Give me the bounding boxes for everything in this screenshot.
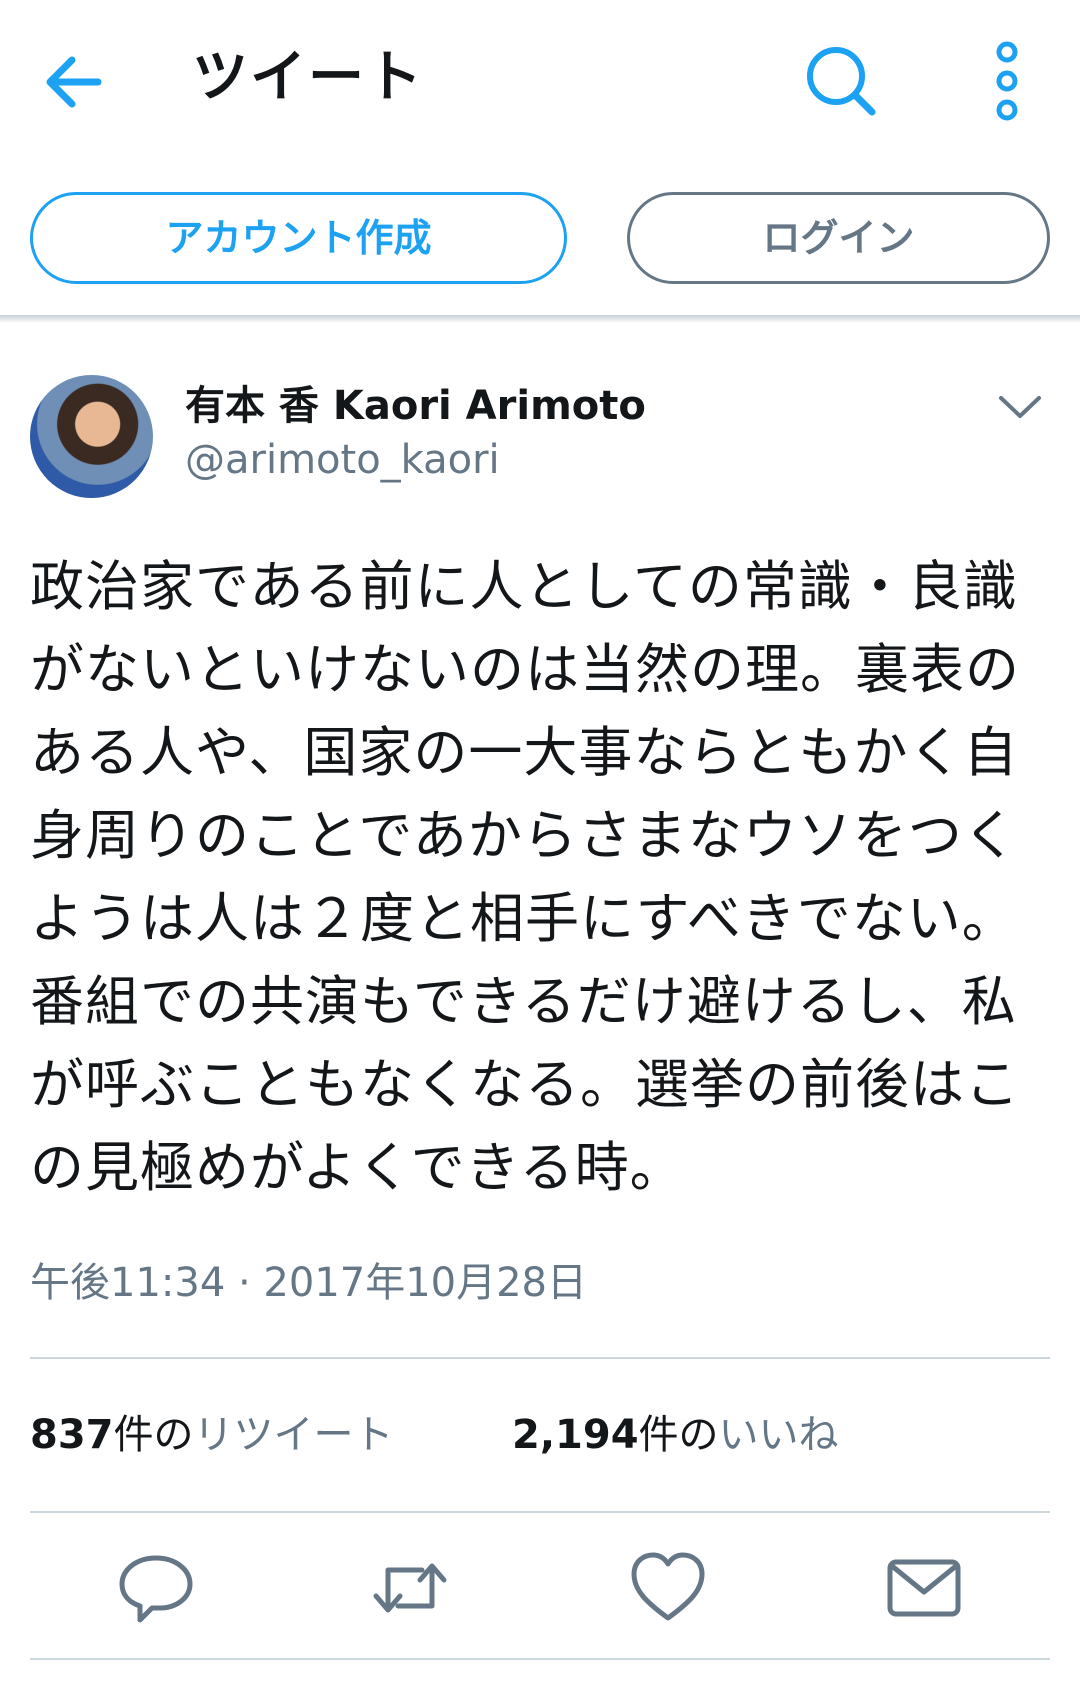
more-options-button[interactable] (985, 38, 1029, 128)
tweet-text: 政治家である前に人としての常識・良識がないといけないのは当然の理。裏表のある人や… (30, 555, 1020, 1199)
chevron-down-icon (999, 396, 1041, 418)
display-name[interactable]: 有本 香 Kaori Arimoto (185, 378, 646, 434)
back-arrow-icon (46, 56, 102, 108)
divider (30, 1658, 1050, 1660)
tweet-menu-button[interactable] (995, 382, 1045, 432)
auth-buttons-row: アカウント作成 ログイン (0, 160, 1080, 315)
divider (30, 1357, 1050, 1359)
back-button[interactable] (40, 42, 120, 122)
like-count-label: いいね (718, 1412, 839, 1458)
like-button[interactable] (628, 1548, 708, 1628)
tweet-timestamp: 午後11:34 · 2017年10月28日 (30, 1260, 588, 1306)
retweet-icon (373, 1563, 447, 1613)
retweet-count: 837 (30, 1412, 114, 1458)
user-handle[interactable]: @arimoto_kaori (185, 432, 500, 488)
reply-icon (119, 1555, 193, 1623)
search-button[interactable] (800, 40, 880, 120)
like-count-unit: 件の (638, 1412, 719, 1458)
more-vertical-icon (996, 41, 1018, 121)
retweet-count-unit: 件の (113, 1412, 194, 1458)
login-button[interactable]: ログイン (627, 192, 1050, 284)
retweet-button[interactable] (370, 1548, 450, 1628)
page-title: ツイート (192, 45, 424, 110)
retweet-count-link[interactable]: 837件のリツイート (30, 1405, 394, 1465)
header-divider (0, 315, 1080, 323)
divider (30, 1511, 1050, 1513)
like-icon (631, 1552, 705, 1621)
avatar[interactable] (30, 375, 153, 498)
like-count: 2,194 (512, 1412, 639, 1458)
direct-message-icon (887, 1559, 961, 1617)
reply-button[interactable] (116, 1548, 196, 1628)
top-app-bar: ツイート (0, 0, 1080, 160)
search-icon (807, 47, 876, 116)
like-count-link[interactable]: 2,194件のいいね (512, 1405, 839, 1465)
retweet-count-label: リツイート (193, 1412, 394, 1458)
direct-message-button[interactable] (884, 1548, 964, 1628)
create-account-button[interactable]: アカウント作成 (30, 192, 567, 284)
